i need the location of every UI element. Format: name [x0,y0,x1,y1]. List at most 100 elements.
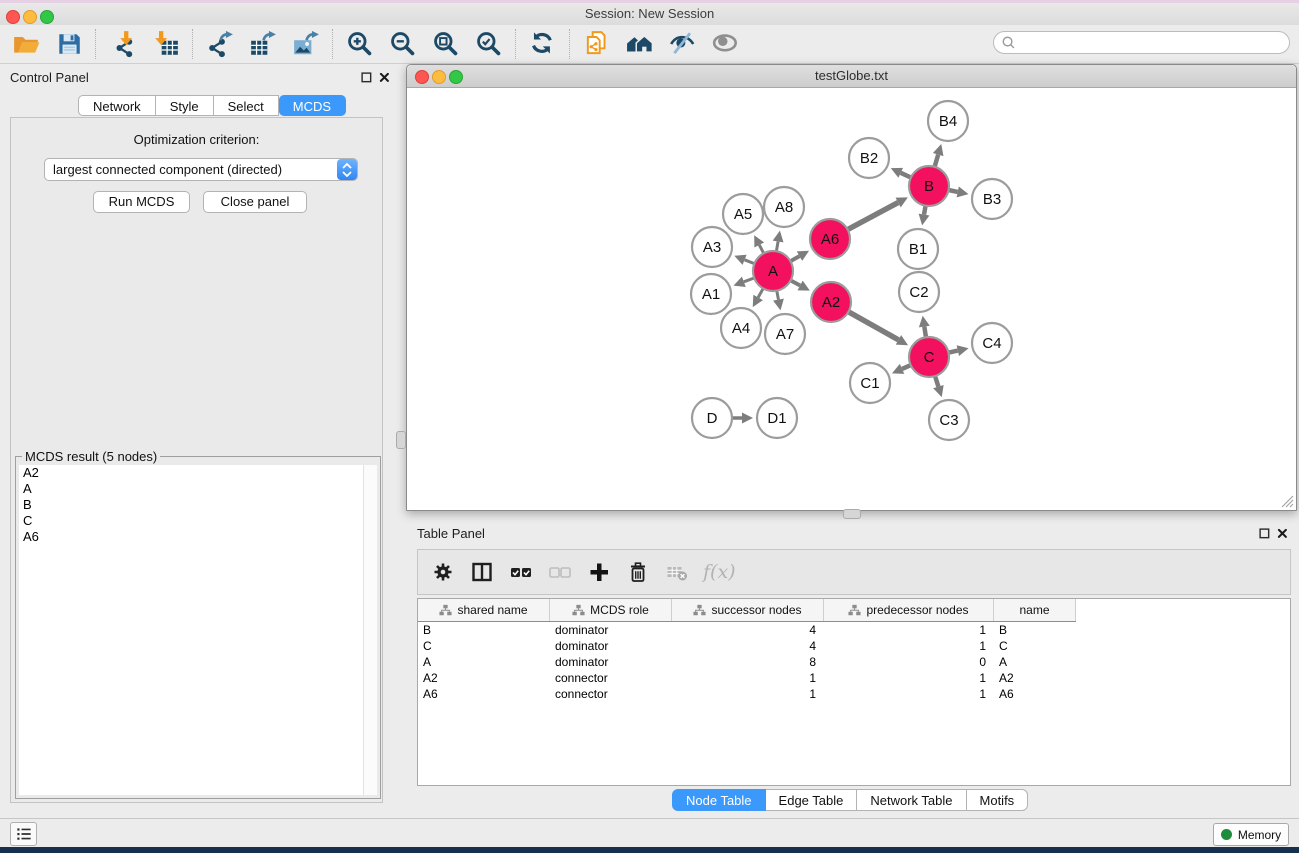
node-label-C3: C3 [939,412,958,429]
table-row[interactable]: Bdominator41B [418,622,1290,638]
tab-style[interactable]: Style [156,95,214,116]
tab-network-table[interactable]: Network Table [857,789,966,811]
toolbar-group [194,29,332,59]
gear-icon[interactable] [430,559,456,585]
mcds-result-list[interactable]: A2ABCA6 [19,465,377,795]
mcds-result-item[interactable]: A2 [19,465,377,481]
mcds-result-item[interactable]: B [19,497,377,513]
window-resize-grip[interactable] [1281,495,1294,508]
close-panel-button[interactable]: Close panel [203,191,307,213]
columns-icon[interactable] [469,559,495,585]
add-icon[interactable] [586,559,612,585]
zoom-selected-icon[interactable] [474,29,504,59]
open-folder-icon[interactable] [11,29,41,59]
memory-status-dot [1221,829,1232,840]
column-header-shared-name[interactable]: shared name [418,599,550,621]
node-label-A6: A6 [821,231,839,248]
search-field[interactable] [993,31,1290,54]
table-row[interactable]: A2connector11A2 [418,670,1290,686]
minimize-traffic-light[interactable] [23,10,37,24]
edge-A2-C[interactable] [847,311,899,340]
memory-button[interactable]: Memory [1213,823,1289,846]
search-input[interactable] [1016,33,1289,53]
float-panel-icon[interactable] [359,70,373,84]
column-header-predecessor-nodes[interactable]: predecessor nodes [824,599,994,621]
dropdown-stepper-icon[interactable] [337,159,357,180]
session-file-icon[interactable] [582,29,612,59]
tab-edge-table[interactable]: Edge Table [766,789,858,811]
network-canvas[interactable]: AA1A2A3A4A5A6A7A8BB1B2B3B4CC1C2C3C4DD1 [407,87,1296,510]
select-all-icon[interactable] [508,559,534,585]
trash-icon[interactable] [625,559,651,585]
tab-node-table[interactable]: Node Table [672,789,766,811]
arrowhead-D-D1 [742,413,753,424]
node-label-D1: D1 [767,410,786,427]
mcds-result-item[interactable]: A6 [19,529,377,545]
tab-motifs[interactable]: Motifs [967,789,1029,811]
table-row[interactable]: A6connector11A6 [418,686,1290,702]
hierarchy-icon [848,604,861,616]
home-icon[interactable] [625,29,655,59]
show-panel-icon[interactable] [711,29,741,59]
refresh-icon[interactable] [528,29,558,59]
main-toolbar [0,25,1299,64]
network-view-window: testGlobe.txt AA1A2A3A4A5A6A7A8BB1B2B3B4… [406,64,1297,511]
table-cell: A2 [994,670,1076,686]
hierarchy-icon [439,604,452,616]
table-header-row: shared name MCDS role successor nodesprede… [418,599,1076,622]
optimization-criterion-label: Optimization criterion: [11,132,382,147]
table-cell: A6 [418,686,550,702]
tab-network[interactable]: Network [78,95,156,116]
float-panel-icon[interactable] [1257,526,1271,540]
close-traffic-light[interactable] [6,10,20,24]
import-network-icon[interactable] [108,29,138,59]
delete-table-icon[interactable] [664,559,690,585]
export-network-icon[interactable] [205,29,235,59]
vertical-splitter-handle[interactable] [396,431,406,449]
hide-panel-icon[interactable] [668,29,698,59]
mcds-tab-content: Optimization criterion: largest connecte… [10,117,383,803]
close-traffic-light[interactable] [415,70,429,84]
export-image-icon[interactable] [291,29,321,59]
arrowhead-A-A8 [773,231,784,243]
run-mcds-button[interactable]: Run MCDS [93,191,190,213]
column-header-MCDS-role[interactable]: MCDS role [550,599,672,621]
zoom-in-icon[interactable] [345,29,375,59]
column-header-successor-nodes[interactable]: successor nodes [672,599,824,621]
zoom-traffic-light[interactable] [40,10,54,24]
result-scrollbar[interactable] [363,465,377,795]
status-list-button[interactable] [10,822,37,846]
tab-select[interactable]: Select [214,95,279,116]
table-row[interactable]: Adominator80A [418,654,1290,670]
minimize-traffic-light[interactable] [432,70,446,84]
import-table-icon[interactable] [151,29,181,59]
zoom-fit-icon[interactable] [431,29,461,59]
mcds-result-item[interactable]: C [19,513,377,529]
save-icon[interactable] [54,29,84,59]
table-cell: 1 [672,686,824,702]
tab-mcds[interactable]: MCDS [279,95,346,116]
close-panel-icon[interactable] [1275,526,1289,540]
toolbar-group [571,29,752,59]
mcds-result-item[interactable]: A [19,481,377,497]
node-label-A7: A7 [776,326,794,343]
mcds-result-title: MCDS result (5 nodes) [22,449,160,464]
export-table-icon[interactable] [248,29,278,59]
network-window-titlebar[interactable]: testGlobe.txt [407,65,1296,88]
node-label-A5: A5 [734,206,752,223]
deselect-all-icon[interactable] [547,559,573,585]
column-header-name[interactable]: name [994,599,1076,621]
zoom-traffic-light[interactable] [449,70,463,84]
node-label-A4: A4 [732,320,750,337]
edge-A6-B[interactable] [846,203,898,231]
node-table[interactable]: shared name MCDS role successor nodesprede… [417,598,1291,786]
close-panel-icon[interactable] [377,70,391,84]
table-row[interactable]: Cdominator41C [418,638,1290,654]
optimization-criterion-dropdown[interactable]: largest connected component (directed) [44,158,358,181]
zoom-out-icon[interactable] [388,29,418,59]
node-label-C1: C1 [860,375,879,392]
node-label-D: D [707,410,718,427]
column-label: MCDS role [590,603,649,617]
memory-label: Memory [1238,828,1281,842]
table-panel: Table Panel f(x) shared nameMCDS rolesuc… [391,517,1299,813]
